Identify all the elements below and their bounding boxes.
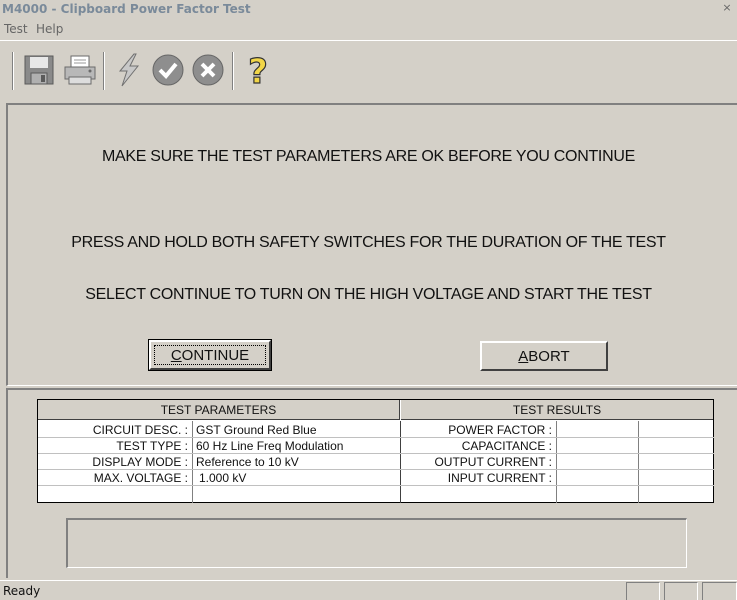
- result-extra-input-current: [642, 470, 712, 486]
- instruction-continue: SELECT CONTINUE TO TURN ON THE HIGH VOLT…: [85, 286, 652, 303]
- menu-bar: [0, 19, 737, 39]
- result-label-capacitance: CAPACITANCE :: [461, 439, 552, 453]
- info-box: [66, 518, 687, 568]
- result-label-output-current: OUTPUT CURRENT :: [434, 455, 552, 469]
- param-value-test-type: 60 Hz Line Freq Modulation: [196, 439, 344, 453]
- print-icon[interactable]: [62, 52, 98, 88]
- save-icon[interactable]: [21, 52, 57, 88]
- param-value-max-voltage: 1.000 kV: [199, 471, 247, 485]
- result-extra-output-current: [642, 454, 712, 470]
- abort-mnemonic: A: [518, 347, 529, 365]
- table-divider: [638, 421, 639, 503]
- status-text: Ready: [3, 584, 41, 598]
- status-pane: [664, 582, 698, 600]
- result-extra-capacitance: [642, 438, 712, 454]
- window-title: M4000 - Clipboard Power Factor Test: [2, 2, 251, 16]
- instruction-check-parameters: MAKE SURE THE TEST PARAMETERS ARE OK BEF…: [102, 148, 635, 165]
- param-value-circuit-desc: GST Ground Red Blue: [196, 423, 317, 437]
- instruction-safety-switches: PRESS AND HOLD BOTH SAFETY SWITCHES FOR …: [71, 234, 666, 251]
- result-label-power-factor: POWER FACTOR :: [448, 423, 552, 437]
- svg-text:?: ?: [248, 52, 268, 88]
- test-results-header: TEST RESULTS: [401, 400, 713, 420]
- continue-button[interactable]: C ONTINUE: [148, 339, 272, 371]
- param-value-display-mode: Reference to 10 kV: [196, 455, 299, 469]
- status-pane: [702, 582, 737, 600]
- table-divider: [192, 421, 193, 503]
- close-icon[interactable]: ×: [721, 2, 733, 14]
- toolbar-separator: [232, 52, 234, 90]
- status-pane: [626, 582, 660, 600]
- table-divider: [556, 421, 557, 503]
- abort-label: BORT: [528, 347, 570, 365]
- toolbar-separator: [103, 52, 105, 90]
- result-value-input-current: [560, 470, 634, 486]
- param-label-test-type: TEST TYPE :: [116, 439, 188, 453]
- result-label-input-current: INPUT CURRENT :: [447, 471, 552, 485]
- param-label-circuit-desc: CIRCUIT DESC. :: [92, 423, 188, 437]
- cancel-x-icon[interactable]: [190, 52, 226, 88]
- param-label-display-mode: DISPLAY MODE :: [92, 455, 188, 469]
- toolbar-separator: [12, 52, 14, 90]
- result-value-output-current: [560, 454, 634, 470]
- ok-check-icon[interactable]: [150, 52, 186, 88]
- menu-test[interactable]: Test: [4, 22, 28, 36]
- test-parameters-header: TEST PARAMETERS: [38, 400, 400, 420]
- abort-button[interactable]: A BORT: [480, 341, 608, 371]
- param-label-max-voltage: MAX. VOLTAGE :: [93, 471, 188, 485]
- result-value-power-factor: [560, 422, 634, 438]
- table-divider: [400, 421, 401, 503]
- result-value-capacitance: [560, 438, 634, 454]
- result-extra-power-factor: [642, 422, 712, 438]
- help-question-icon[interactable]: ?: [240, 52, 276, 88]
- lightning-icon[interactable]: [110, 52, 146, 88]
- menu-help[interactable]: Help: [36, 22, 63, 36]
